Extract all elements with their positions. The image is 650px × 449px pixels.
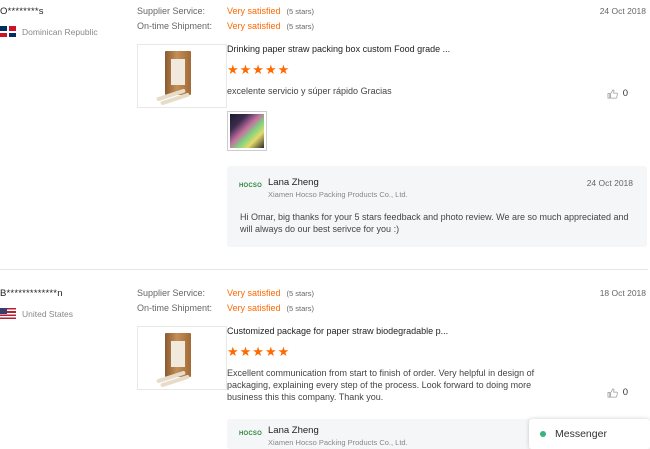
rating-label: On-time Shipment: xyxy=(137,21,213,31)
reply-company: Xiamen Hocso Packing Products Co., Ltd. xyxy=(268,438,408,447)
reviewer-country: Dominican Republic xyxy=(0,26,130,37)
shipment-rating: On-time Shipment: Very satisfied (5 star… xyxy=(137,303,314,318)
review-comment: excelente servicio y súper rápido Gracia… xyxy=(227,86,392,96)
product-title-link[interactable]: Customized package for paper straw biode… xyxy=(227,326,448,336)
rating-value: Very satisfied xyxy=(227,288,281,298)
review-date: 24 Oct 2018 xyxy=(599,6,646,16)
ratings: Supplier Service: Very satisfied (5 star… xyxy=(137,288,314,318)
review-photo-thumbnail[interactable] xyxy=(227,111,267,151)
rating-value: Very satisfied xyxy=(227,21,281,31)
reviewer-country: United States xyxy=(0,308,130,319)
star-rating: ★★★★★ xyxy=(227,344,291,359)
thumbs-up-icon xyxy=(607,89,618,98)
hocso-logo: HOCSO xyxy=(239,431,263,437)
review-comment: Excellent communication from start to fi… xyxy=(227,368,535,402)
supplier-service-rating: Supplier Service: Very satisfied (5 star… xyxy=(137,288,314,303)
reply-date: 24 Oct 2018 xyxy=(586,178,633,188)
reviewer-info: B*************n United States xyxy=(0,288,130,319)
review-item: O********s Dominican Republic Supplier S… xyxy=(0,0,650,268)
online-status-icon xyxy=(540,431,546,437)
seller-reply: HOCSO Lana Zheng Xiamen Hocso Packing Pr… xyxy=(227,166,647,247)
rating-stars-text: (5 stars) xyxy=(286,304,315,313)
rating-label: On-time Shipment: xyxy=(137,303,213,313)
rating-stars-text: (5 stars) xyxy=(286,289,315,298)
messenger-button[interactable]: Messenger xyxy=(529,419,650,449)
review-date: 18 Oct 2018 xyxy=(599,288,646,298)
product-image[interactable] xyxy=(137,44,227,108)
like-count: 0 xyxy=(622,88,628,99)
supplier-service-rating: Supplier Service: Very satisfied (5 star… xyxy=(137,6,314,21)
reviewer-info: O********s Dominican Republic xyxy=(0,6,130,37)
like-button[interactable]: 0 xyxy=(607,88,628,99)
ratings: Supplier Service: Very satisfied (5 star… xyxy=(137,6,314,36)
reply-company: Xiamen Hocso Packing Products Co., Ltd. xyxy=(268,190,408,199)
thumbs-up-icon xyxy=(607,388,618,397)
like-button[interactable]: 0 xyxy=(607,387,628,398)
hocso-logo: HOCSO xyxy=(239,183,263,189)
reply-author: Lana Zheng xyxy=(268,425,319,436)
country-name: United States xyxy=(22,308,74,319)
rating-stars-text: (5 stars) xyxy=(286,7,315,16)
reviewer-name: O********s xyxy=(0,6,44,17)
reply-text: Hi Omar, big thanks for your 5 stars fee… xyxy=(240,212,629,234)
product-title-link[interactable]: Drinking paper straw packing box custom … xyxy=(227,44,450,54)
dominican-flag-icon xyxy=(0,26,16,37)
rating-value: Very satisfied xyxy=(227,6,281,16)
review-divider xyxy=(0,269,648,270)
us-flag-icon xyxy=(0,308,16,319)
rating-label: Supplier Service: xyxy=(137,6,206,16)
country-name: Dominican Republic xyxy=(22,26,98,37)
messenger-label: Messenger xyxy=(555,428,607,440)
rating-stars-text: (5 stars) xyxy=(286,22,315,31)
star-rating: ★★★★★ xyxy=(227,62,291,77)
like-count: 0 xyxy=(622,387,628,398)
reply-author: Lana Zheng xyxy=(268,177,319,188)
rating-value: Very satisfied xyxy=(227,303,281,313)
reviewer-name: B*************n xyxy=(0,288,63,299)
shipment-rating: On-time Shipment: Very satisfied (5 star… xyxy=(137,21,314,36)
rating-label: Supplier Service: xyxy=(137,288,206,298)
product-image[interactable] xyxy=(137,326,227,390)
